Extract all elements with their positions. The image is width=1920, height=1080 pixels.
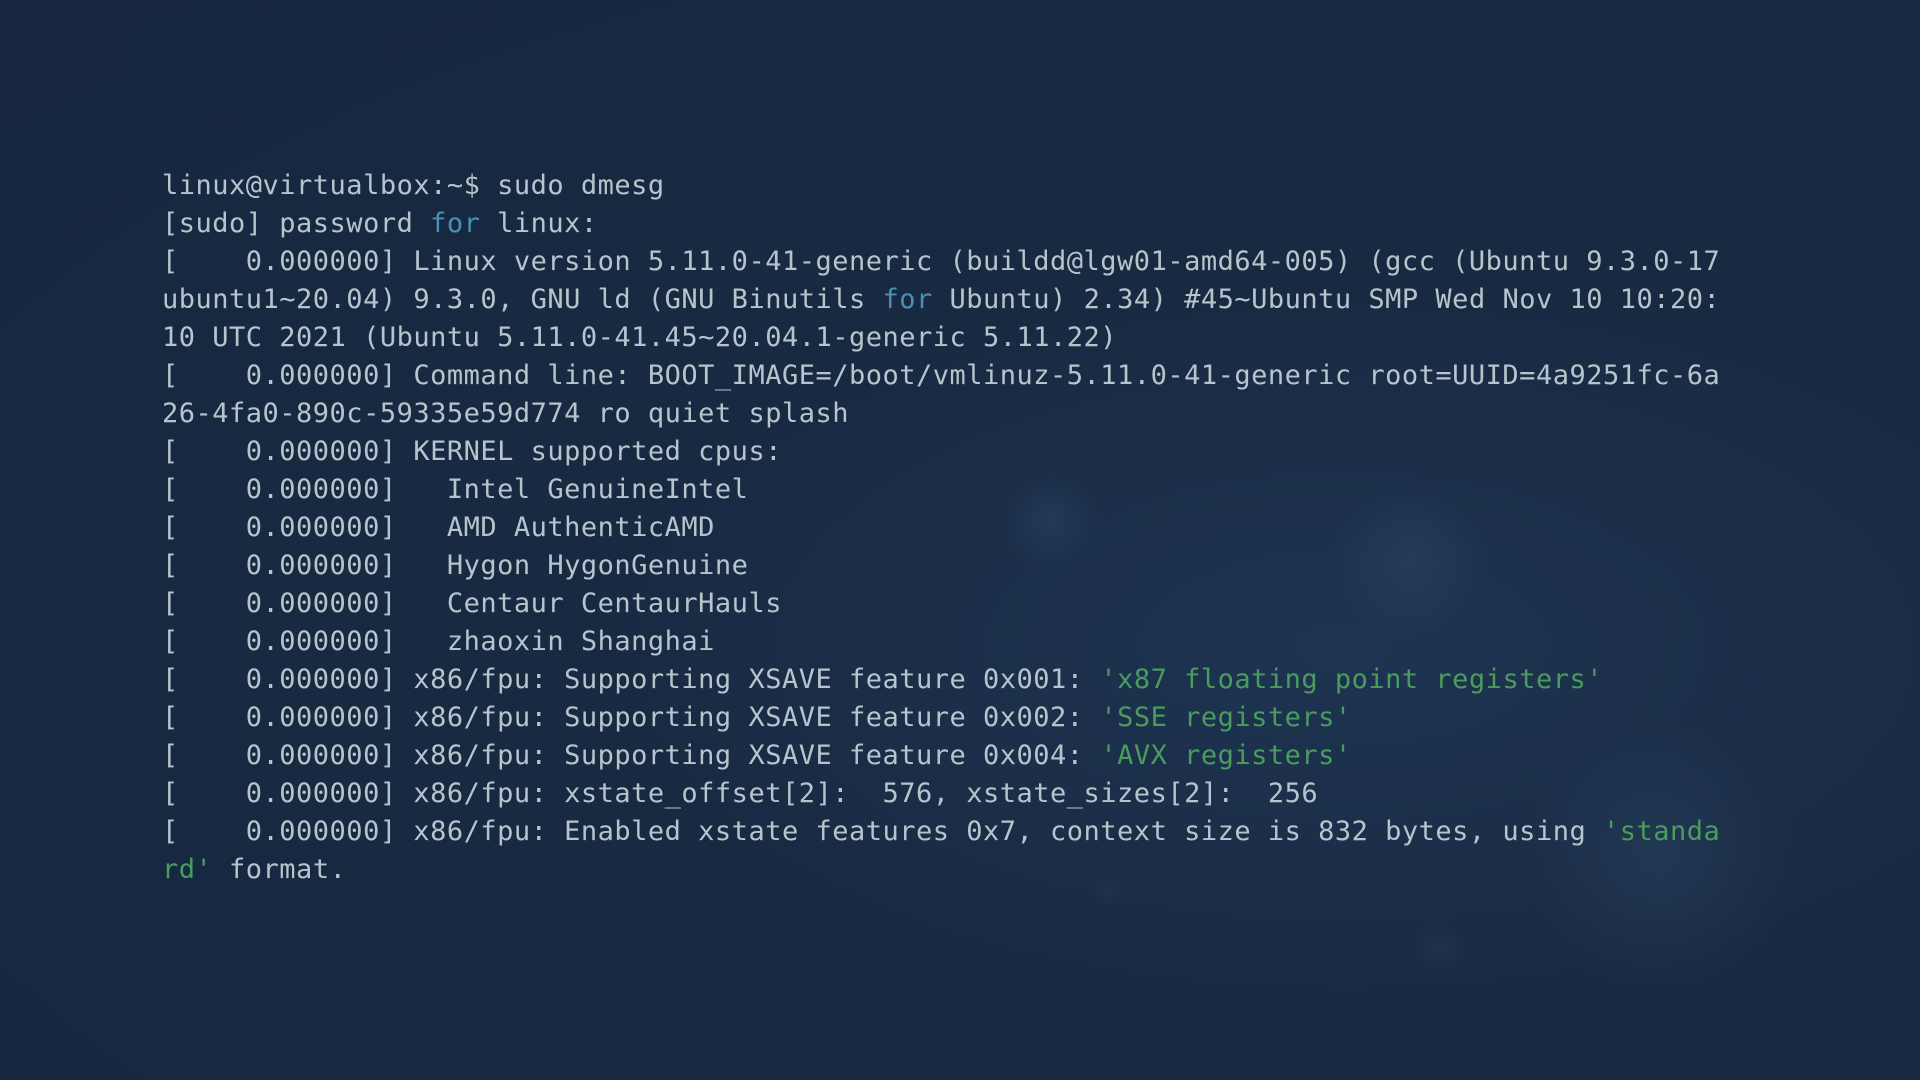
terminal-text: [ 0.000000] x86/fpu: Supporting XSAVE fe…: [162, 740, 1100, 771]
terminal-text: [ 0.000000] Intel GenuineIntel: [162, 474, 748, 505]
terminal-text: [ 0.000000] x86/fpu: xstate_offset[2]: 5…: [162, 778, 1318, 809]
terminal-text: [ 0.000000] Centaur CentaurHauls: [162, 588, 782, 619]
terminal-text: [ 0.000000] Hygon HygonGenuine: [162, 550, 748, 581]
terminal-text: [ 0.000000] x86/fpu: Enabled xstate feat…: [162, 816, 1603, 847]
terminal-text: [ 0.000000] KERNEL supported cpus:: [162, 436, 782, 467]
terminal-text: [ 0.000000] Command line: BOOT_IMAGE=/bo…: [162, 360, 1720, 429]
string-literal: 'SSE registers': [1100, 702, 1351, 733]
terminal-text: linux@virtualbox:~$ sudo dmesg: [162, 170, 665, 201]
terminal-text: [ 0.000000] zhaoxin Shanghai: [162, 626, 715, 657]
terminal-text: format.: [212, 854, 346, 885]
terminal-text: [sudo] password: [162, 208, 430, 239]
keyword-for: for: [882, 284, 932, 315]
terminal-text: [ 0.000000] AMD AuthenticAMD: [162, 512, 715, 543]
string-literal: 'x87 floating point registers': [1100, 664, 1603, 695]
background-bokeh: [1410, 920, 1470, 980]
terminal-output[interactable]: linux@virtualbox:~$ sudo dmesg [sudo] pa…: [162, 167, 1722, 889]
keyword-for: for: [430, 208, 480, 239]
string-literal: 'AVX registers': [1100, 740, 1351, 771]
terminal-text: linux:: [480, 208, 597, 239]
terminal-text: [ 0.000000] x86/fpu: Supporting XSAVE fe…: [162, 664, 1100, 695]
terminal-text: [ 0.000000] x86/fpu: Supporting XSAVE fe…: [162, 702, 1100, 733]
